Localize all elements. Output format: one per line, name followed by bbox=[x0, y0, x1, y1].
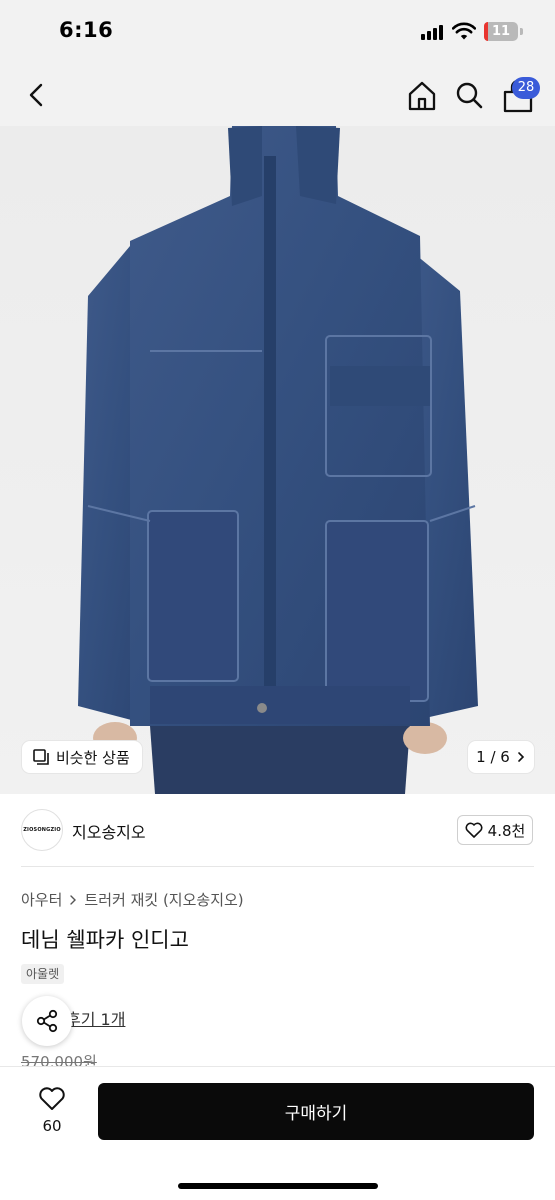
section-divider bbox=[21, 866, 534, 867]
image-page-indicator[interactable]: 1 / 6 bbox=[468, 741, 534, 773]
similar-products-label: 비슷한 상품 bbox=[56, 748, 130, 767]
status-time: 6:16 bbox=[59, 18, 114, 42]
store-logo[interactable]: ZIOSONGZIO bbox=[21, 809, 63, 851]
share-icon bbox=[36, 1009, 58, 1033]
denim-jacket-illustration bbox=[78, 126, 478, 794]
product-like-count: 60 bbox=[42, 1117, 62, 1135]
heart-icon bbox=[39, 1087, 65, 1110]
breadcrumb: 아우터 트러커 재킷 (지오송지오) bbox=[21, 889, 244, 910]
share-button[interactable] bbox=[22, 996, 72, 1046]
home-icon[interactable] bbox=[404, 78, 440, 114]
buy-button[interactable]: 구매하기 bbox=[98, 1083, 534, 1140]
home-indicator bbox=[178, 1183, 378, 1189]
back-icon[interactable] bbox=[20, 78, 54, 112]
similar-products-button[interactable]: 비슷한 상품 bbox=[22, 741, 142, 773]
wifi-icon bbox=[452, 22, 476, 40]
product-title: 데님 쉘파카 인디고 bbox=[21, 928, 189, 952]
cart-count-badge: 28 bbox=[512, 77, 540, 99]
breadcrumb-category[interactable]: 아우터 bbox=[21, 889, 62, 910]
store-name[interactable]: 지오송지오 bbox=[72, 819, 146, 843]
cellular-signal-icon bbox=[421, 24, 445, 40]
chevron-right-icon bbox=[70, 894, 77, 905]
search-icon[interactable] bbox=[452, 78, 486, 112]
similar-products-icon bbox=[33, 749, 49, 765]
store-like-button[interactable]: 4.8천 bbox=[457, 815, 533, 845]
chevron-right-icon bbox=[518, 752, 524, 762]
top-nav-bar bbox=[0, 64, 555, 126]
product-image[interactable] bbox=[0, 126, 555, 794]
store-logo-text: ZIOSONGZIO bbox=[23, 827, 61, 833]
outlet-tag: 아울렛 bbox=[21, 964, 65, 984]
review-link[interactable]: 후기 1개 bbox=[66, 1006, 125, 1030]
heart-icon bbox=[465, 822, 483, 838]
battery-icon: 11 bbox=[484, 22, 518, 41]
breadcrumb-subcategory[interactable]: 트러커 재킷 (지오송지오) bbox=[84, 889, 243, 910]
store-like-count: 4.8천 bbox=[487, 821, 526, 840]
status-bar: 6:16 11 bbox=[0, 0, 555, 64]
battery-percent: 11 bbox=[491, 24, 511, 39]
page-indicator-text: 1 / 6 bbox=[476, 748, 510, 766]
battery-nub bbox=[520, 28, 523, 35]
